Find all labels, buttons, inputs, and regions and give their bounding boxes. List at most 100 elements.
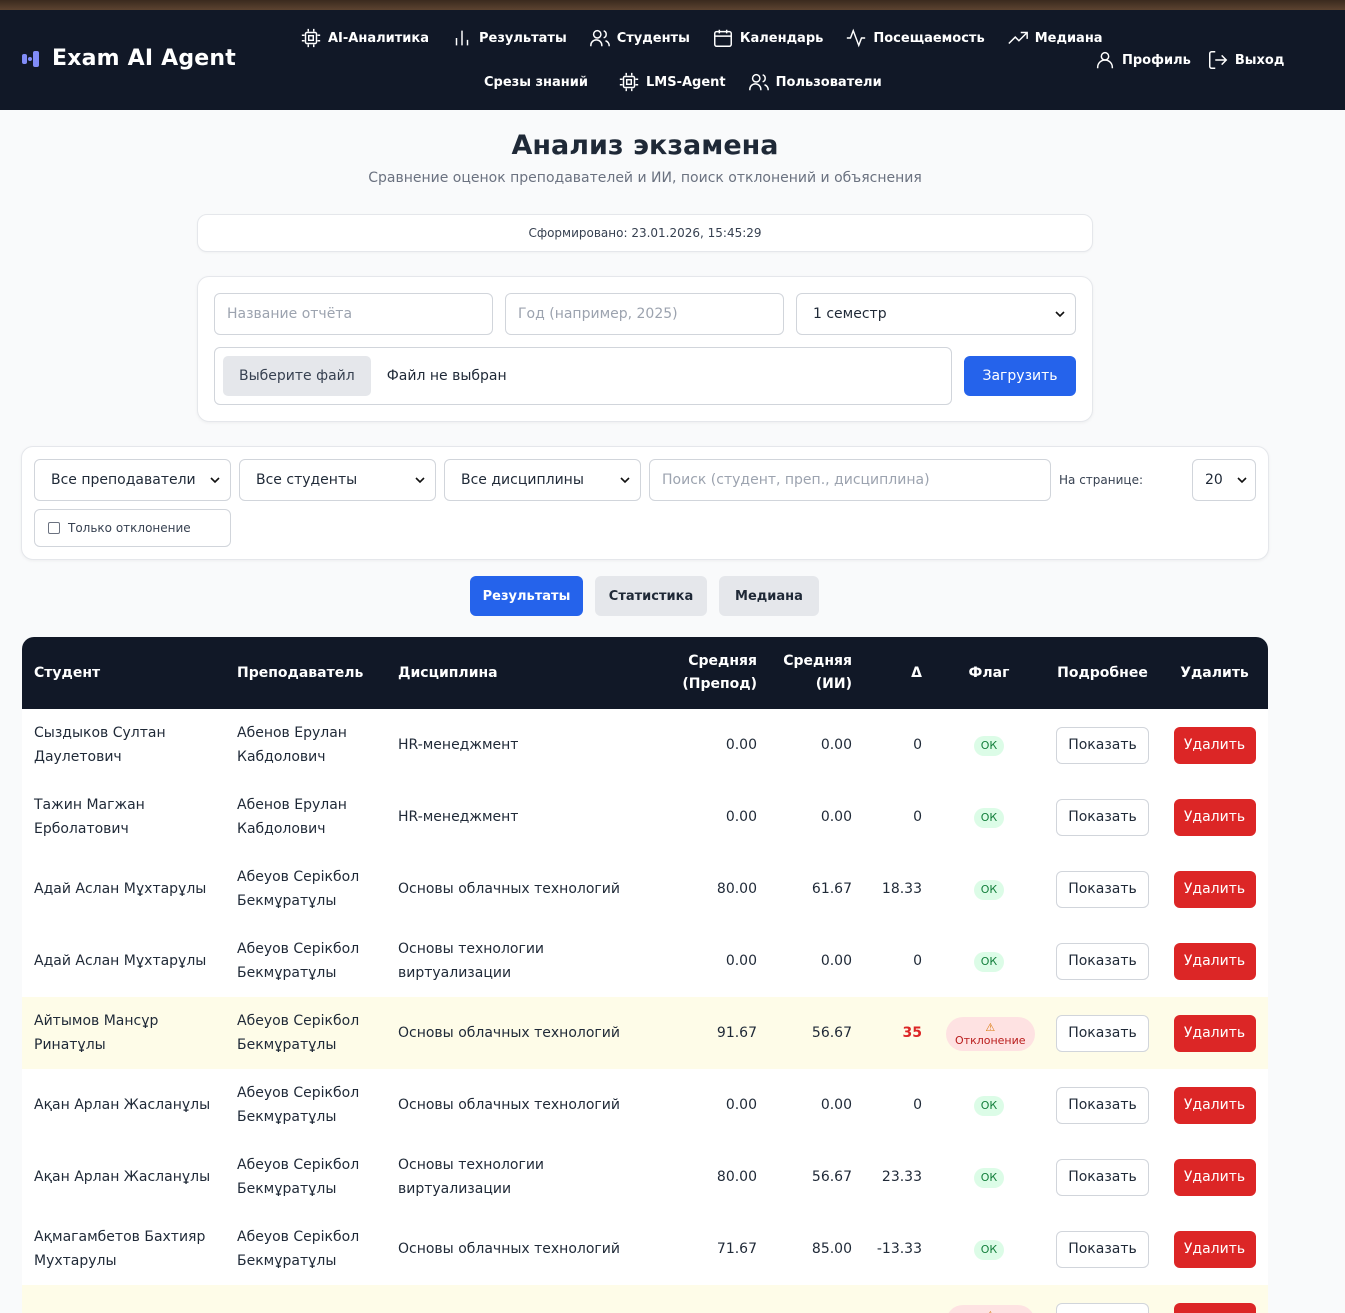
cell-teacher: Абеуов Серікбол Бекмұратұлы [237, 1229, 360, 1269]
tab-statistics[interactable]: Статистика [595, 576, 707, 616]
nav-median[interactable]: Медиана [1007, 26, 1103, 50]
delete-button[interactable]: Удалить [1173, 726, 1256, 764]
nav-results[interactable]: Результаты [451, 26, 567, 50]
only-deviation-toggle[interactable]: Только отклонение [34, 509, 231, 547]
file-input[interactable]: Выберите файл Файл не выбран [214, 347, 952, 405]
trending-up-icon [1008, 31, 1028, 45]
cell-avg-ai [769, 1285, 864, 1313]
header-details: Подробнее [1057, 664, 1148, 681]
nav-ai-analytics[interactable]: AI-Аналитика [300, 26, 429, 50]
cell-delete: Удалить [1161, 781, 1268, 853]
users-icon [748, 73, 769, 91]
cell-flag: ⚠Отклонение [934, 997, 1044, 1069]
nav-profile[interactable]: Профиль [1094, 48, 1191, 72]
cell-flag: ОК [934, 781, 1044, 853]
user-icon [1096, 51, 1114, 69]
ok-badge: ОК [973, 808, 1005, 828]
chevron-down-icon [1055, 311, 1065, 318]
cell-student: Сыздыков Султан Даулетович [34, 725, 166, 765]
cell-avg-teacher: 91.67 [716, 1025, 757, 1041]
delete-button[interactable]: Удалить [1173, 870, 1256, 908]
ok-badge: ОК [973, 880, 1005, 900]
cell-avg-teacher [646, 1285, 769, 1313]
table-row: Ақан Арлан Жасланұлы Абеуов Серікбол Бекм… [22, 1141, 1268, 1213]
header-flag[interactable]: Флаг [934, 637, 1044, 709]
header-avg-teacher[interactable]: Средняя (Препод) [646, 637, 769, 709]
show-details-button[interactable]: Показать [1056, 1302, 1149, 1313]
cell-avg-ai: 0.00 [820, 953, 852, 969]
table-row: Сыздыков Султан Даулетович Абенов Ерулан … [22, 709, 1268, 781]
cell-delta: 0 [913, 1097, 922, 1113]
search-input[interactable]: Поиск (студент, преп., дисциплина) [649, 459, 1051, 501]
cell-delete: Удалить [1161, 925, 1268, 997]
header-delta[interactable]: Δ [864, 637, 934, 709]
show-details-button[interactable]: Показать [1056, 1086, 1149, 1124]
table-row: Тажин Магжан Ерболатович Абенов Ерулан Ка… [22, 781, 1268, 853]
cell-flag: ОК [934, 1213, 1044, 1285]
choose-file-button[interactable]: Выберите файл [223, 356, 371, 396]
cell-avg-teacher: 71.67 [716, 1241, 757, 1257]
deviation-badge: ⚠Отклонение [946, 1305, 1035, 1313]
header-avg-ai[interactable]: Средняя (ИИ) [769, 637, 864, 709]
brand-title: Exam AI Agent [52, 46, 236, 71]
brand[interactable]: Exam AI Agent [22, 46, 236, 71]
year-input[interactable]: Год (например, 2025) [505, 293, 784, 335]
nav-users[interactable]: Пользователи [748, 70, 882, 94]
cell-avg-teacher: 80.00 [716, 1169, 757, 1185]
cell-details: Показать [1044, 1069, 1161, 1141]
cell-discipline: Основы облачных технологий [398, 1097, 620, 1113]
header-teacher[interactable]: Преподаватель [225, 637, 386, 709]
cell-teacher: Абеуов Серікбол Бекмұратұлы [237, 941, 360, 981]
warning-icon: ⚠ [985, 1021, 996, 1034]
nav-attendance[interactable]: Посещаемость [845, 26, 985, 50]
cell-delta: 0 [913, 737, 922, 753]
tab-results[interactable]: Результаты [470, 576, 583, 616]
show-details-button[interactable]: Показать [1056, 798, 1149, 836]
delete-button[interactable]: Удалить [1173, 1014, 1256, 1052]
header-student[interactable]: Студент [22, 637, 225, 709]
student-filter-select[interactable]: Все студенты [239, 459, 436, 501]
tab-median[interactable]: Медиана [719, 576, 819, 616]
per-page-select[interactable]: 20 [1192, 459, 1256, 501]
cell-teacher: Абеуов Серікбол Бекмұратұлы [237, 1013, 360, 1053]
cpu-icon [301, 28, 321, 48]
upload-button[interactable]: Загрузить [964, 356, 1076, 396]
brand-logo-icon [22, 50, 42, 67]
cell-delete: Удалить [1161, 853, 1268, 925]
show-details-button[interactable]: Показать [1056, 1230, 1149, 1268]
show-details-button[interactable]: Показать [1056, 726, 1149, 764]
nav-knowledge-slices[interactable]: Срезы знаний [484, 70, 588, 94]
nav-row-primary: AI-Аналитика Результаты Студенты Календа… [300, 26, 1103, 50]
cell-student: Ақан Арлан Жасланұлы [34, 1169, 211, 1185]
delete-button[interactable]: Удалить [1173, 1158, 1256, 1196]
report-name-input[interactable]: Название отчёта [214, 293, 493, 335]
only-deviation-checkbox[interactable] [48, 522, 60, 534]
nav-lms-agent[interactable]: LMS-Agent [618, 70, 726, 94]
nav-row-secondary: Срезы знаний LMS-Agent Пользователи [484, 70, 882, 94]
cell-avg-teacher: 80.00 [716, 881, 757, 897]
cell-discipline: HR-менеджмент [398, 737, 519, 753]
semester-select[interactable]: 1 семестр [796, 293, 1076, 335]
show-details-button[interactable]: Показать [1056, 1014, 1149, 1052]
delete-button[interactable]: Удалить [1173, 1086, 1256, 1124]
header-discipline[interactable]: Дисциплина [386, 637, 646, 709]
delete-button[interactable]: Удалить [1173, 1230, 1256, 1268]
delete-button[interactable]: Удалить [1173, 942, 1256, 980]
cell-student: Ақан Арлан Жасланұлы [34, 1097, 211, 1113]
table-row: Айтымов Мансұр Ринатұлы Абеуов Серікбол Б… [22, 997, 1268, 1069]
delete-button[interactable]: Удалить [1173, 798, 1256, 836]
show-details-button[interactable]: Показать [1056, 1158, 1149, 1196]
nav-students[interactable]: Студенты [589, 26, 690, 50]
navbar: Exam AI Agent AI-Аналитика Результаты Ст… [0, 10, 1345, 110]
nav-logout[interactable]: Выход [1207, 48, 1284, 72]
delete-button[interactable]: Удалить [1173, 1302, 1256, 1313]
cell-delete: Удалить [1161, 1141, 1268, 1213]
discipline-filter-select[interactable]: Все дисциплины [444, 459, 641, 501]
show-details-button[interactable]: Показать [1056, 870, 1149, 908]
cell-discipline: Основы облачных технологий [398, 881, 620, 897]
ok-badge: ОК [973, 736, 1005, 756]
nav-calendar[interactable]: Календарь [712, 26, 823, 50]
teacher-filter-select[interactable]: Все преподаватели [34, 459, 231, 501]
cell-student: Ақмагамбетов Бахтияр [22, 1285, 225, 1313]
show-details-button[interactable]: Показать [1056, 942, 1149, 980]
